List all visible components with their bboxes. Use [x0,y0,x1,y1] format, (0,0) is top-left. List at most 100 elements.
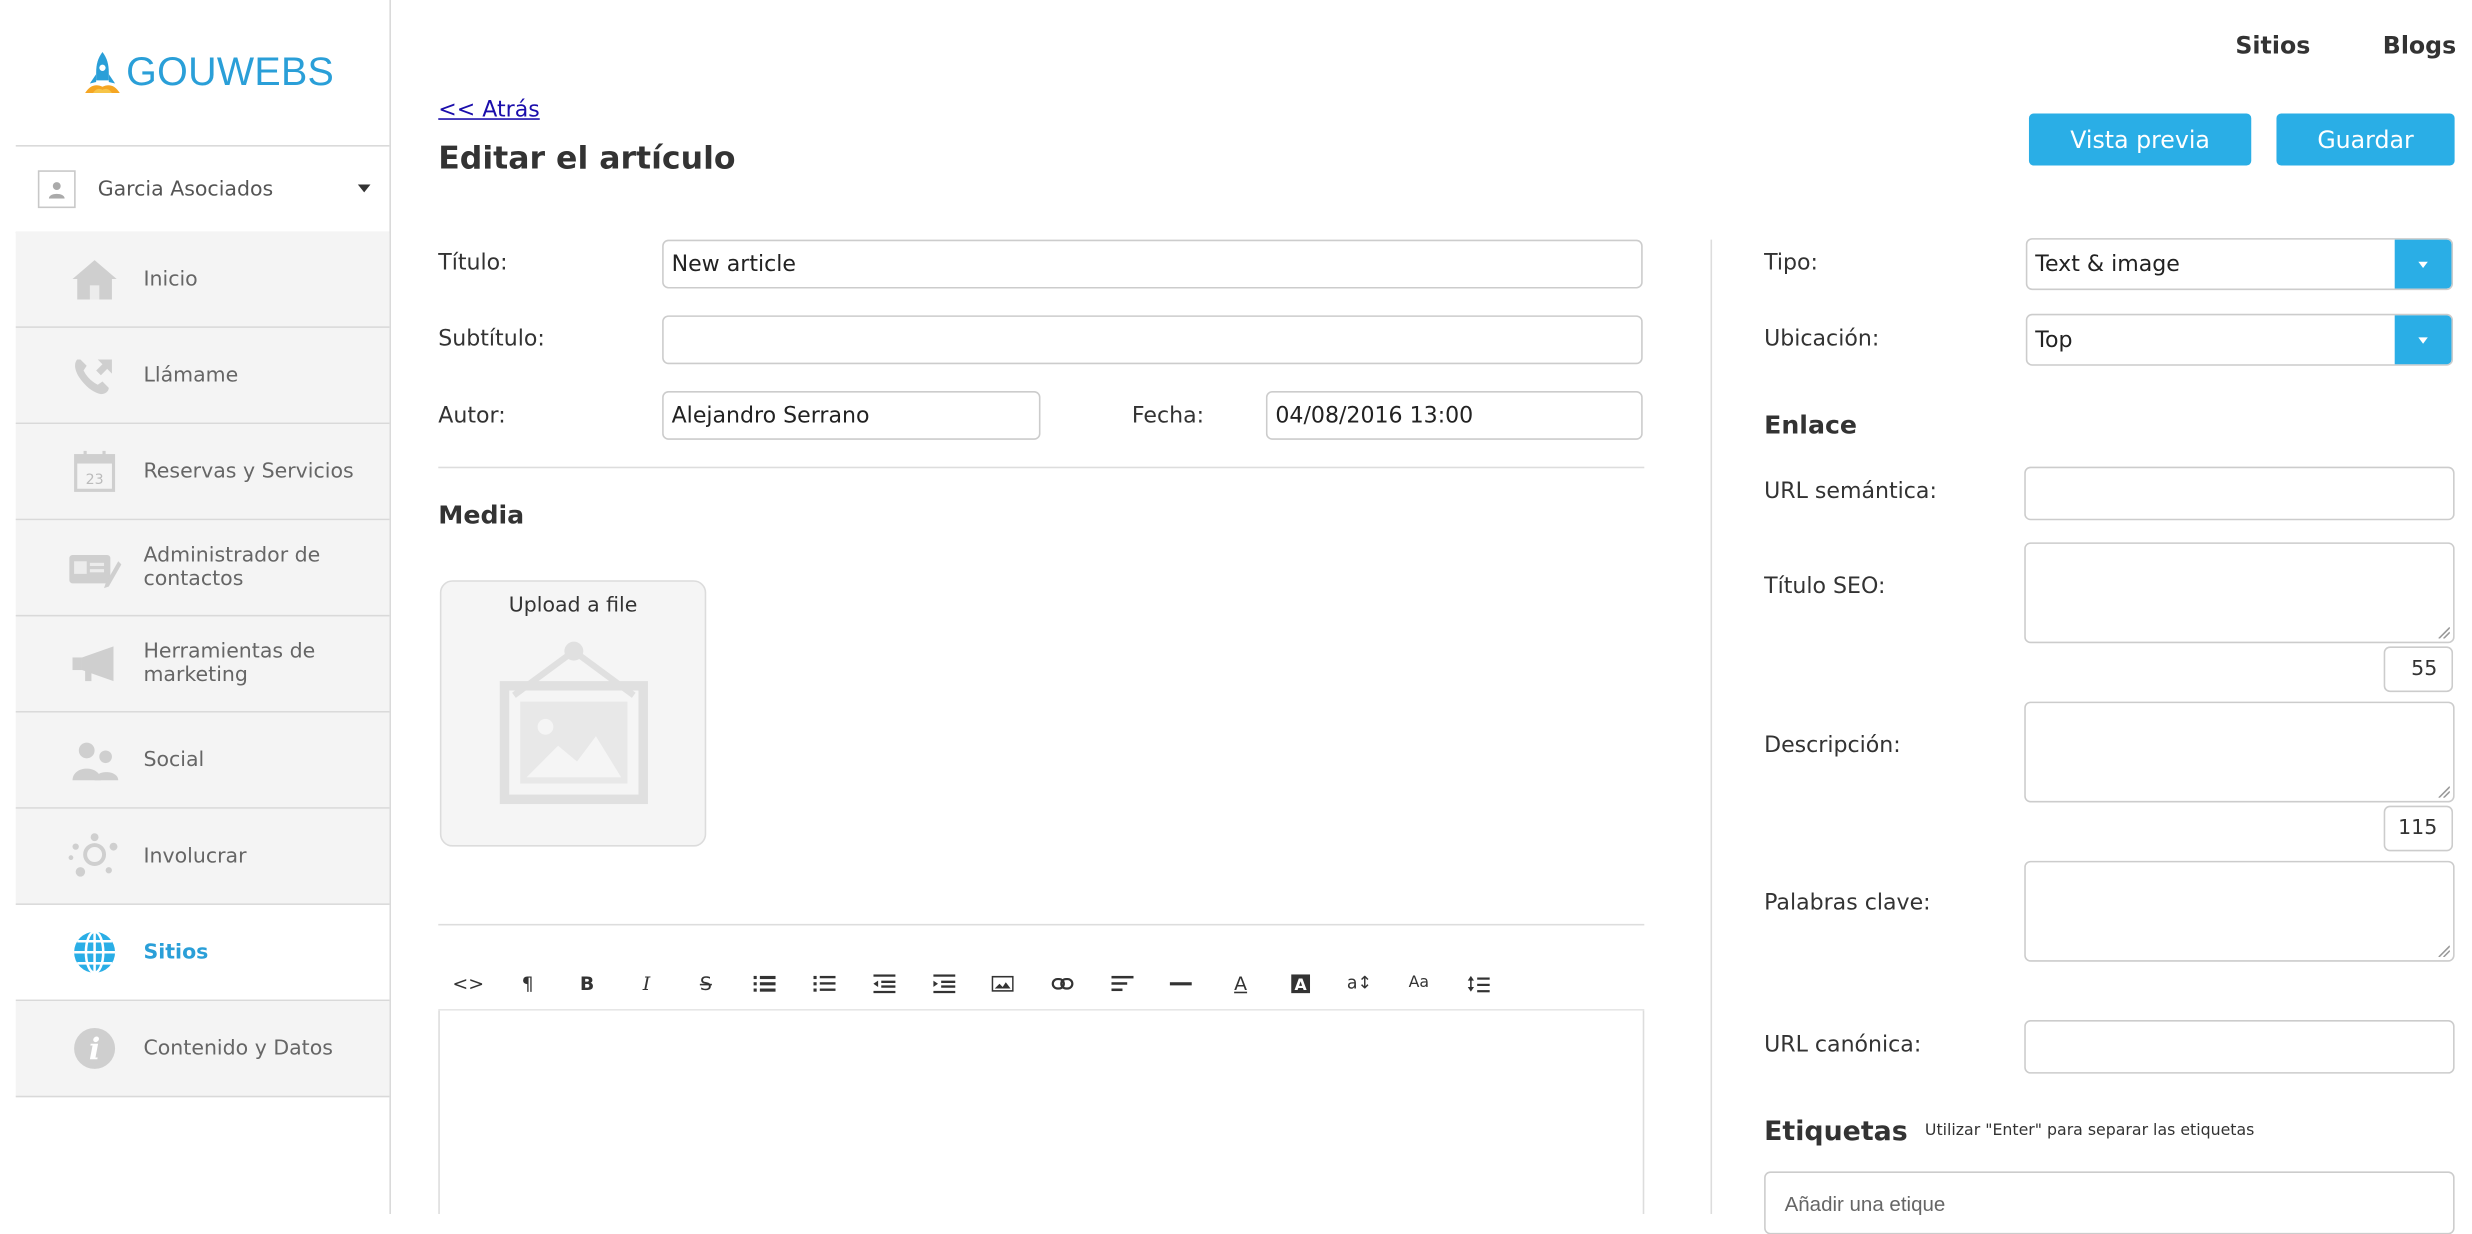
description-textarea[interactable] [2024,701,2455,803]
user-avatar-icon [37,170,76,209]
date-input[interactable]: 04/08/2016 13:00 [1265,390,1643,440]
keywords-textarea[interactable] [2024,860,2455,962]
bold-icon[interactable]: B [570,966,605,1001]
type-select[interactable]: Text & image [2025,238,2454,291]
sidebar-item-marketing[interactable]: Herramientas de marketing [15,616,390,713]
date-label: Fecha: [1131,403,1205,429]
image-placeholder-icon [499,641,648,805]
indent-icon[interactable] [926,966,961,1001]
semantic-url-label: URL semántica: [1764,479,1937,505]
seo-title-label: Título SEO: [1764,573,1886,600]
tags-hint: Utilizar "Enter" para separar las etique… [1924,1122,2255,1140]
tags-section-title: Etiquetas [1764,1116,1908,1148]
preview-button[interactable]: Vista previa [2028,113,2252,166]
sidebar-item-label: Herramientas de marketing [143,640,316,688]
line-height-icon[interactable] [1461,966,1496,1001]
calendar-icon: 23 [66,443,123,500]
semantic-url-input[interactable] [2024,466,2455,521]
code-view-icon[interactable]: <> [451,966,486,1001]
resize-grip-icon[interactable] [2437,626,2450,639]
unordered-list-icon[interactable] [748,966,783,1001]
account-selector[interactable]: Garcia Asociados [15,145,390,234]
resize-grip-icon[interactable] [2437,785,2450,798]
italic-icon[interactable]: I [629,966,664,1001]
phone-icon [66,347,123,404]
megaphone-icon [66,635,123,692]
background-color-icon[interactable]: A [1283,966,1318,1001]
sidebar: GOUWEBS Garcia Asociados Inicio Llámame [0,0,391,1214]
font-family-icon[interactable]: Aa [1402,966,1437,1001]
home-icon [66,251,123,308]
image-icon[interactable] [986,966,1021,1001]
ordered-list-icon[interactable] [807,966,842,1001]
sidebar-item-label: Reservas y Servicios [143,459,354,484]
align-left-icon[interactable] [1104,966,1139,1001]
sidebar-item-llamame[interactable]: Llámame [15,327,390,425]
sidebar-item-label: Contenido y Datos [143,1036,333,1061]
caret-down-icon [357,184,371,193]
calendar-day-number: 23 [86,472,104,488]
strikethrough-icon[interactable]: S [689,966,724,1001]
sidebar-item-contactos[interactable]: Administrador de contactos [15,520,390,617]
keywords-label: Palabras clave: [1764,890,1931,917]
top-nav-blogs[interactable]: Blogs [2383,32,2456,60]
app-root: GOUWEBS Garcia Asociados Inicio Llámame [0,0,2472,1234]
horizontal-rule-icon[interactable] [1164,966,1199,1001]
network-icon [66,828,123,885]
type-select-value: Text & image [2035,252,2180,278]
link-section-title: Enlace [1764,409,1858,440]
subtitle-input[interactable] [662,315,1643,365]
brand-logo[interactable]: GOUWEBS [82,47,334,97]
svg-text:i: i [89,1032,100,1067]
info-icon: i [66,1020,123,1077]
form-divider [438,466,1645,469]
title-label: Título: [438,250,508,276]
text-color-icon[interactable]: A [1223,966,1258,1001]
back-link[interactable]: << Atrás [438,98,539,123]
sidebar-item-inicio[interactable]: Inicio [15,231,390,328]
editor-divider [438,923,1645,926]
location-label: Ubicación: [1764,326,1880,352]
canonical-url-label: URL canónica: [1764,1032,1922,1058]
title-input[interactable]: New article [662,239,1643,289]
paragraph-icon[interactable]: ¶ [510,966,545,1001]
author-label: Autor: [438,403,506,429]
description-label: Descripción: [1764,733,1901,759]
sidebar-item-contenido[interactable]: i Contenido y Datos [15,1001,390,1098]
seo-title-textarea[interactable] [2024,542,2455,644]
font-size-icon[interactable]: a↕ [1342,966,1377,1001]
save-button[interactable]: Guardar [2276,113,2455,166]
subtitle-label: Subtítulo: [438,326,545,352]
type-label: Tipo: [1764,250,1819,276]
dropdown-arrow-icon [2394,239,2452,289]
upload-label: Upload a file [508,594,638,619]
rich-text-editor[interactable] [438,1010,1645,1214]
rocket-logo-icon [85,52,120,94]
column-divider [1710,239,1713,1214]
canonical-url-input[interactable] [2024,1020,2455,1074]
contacts-card-icon [66,539,123,596]
people-icon [66,732,123,789]
author-input[interactable]: Alejandro Serrano [662,390,1041,440]
sidebar-item-reservas[interactable]: 23 Reservas y Servicios [15,424,390,521]
link-icon[interactable] [1045,966,1080,1001]
sidebar-item-label: Social [143,748,205,772]
page-title: Editar el artículo [438,138,736,177]
sidebar-item-label: Sitios [143,940,209,965]
location-select[interactable]: Top [2025,313,2454,366]
globe-icon [66,924,123,981]
media-section-title: Media [438,499,525,530]
sidebar-item-sitios[interactable]: Sitios [15,904,390,1002]
sidebar-item-involucrar[interactable]: Involucrar [15,808,390,905]
sidebar-item-label: Administrador de contactos [143,543,321,592]
sidebar-item-social[interactable]: Social [15,712,390,809]
outdent-icon[interactable] [867,966,902,1001]
top-nav-sitios[interactable]: Sitios [2235,32,2310,60]
tags-input[interactable]: Añadir una etique [1764,1171,2455,1234]
brand-name: GOUWEBS [126,49,335,94]
seo-title-counter: 55 [2383,646,2454,693]
svg-text:A: A [1294,974,1307,992]
resize-grip-icon[interactable] [2437,944,2450,957]
sidebar-item-label: Inicio [143,267,198,291]
upload-dropzone[interactable]: Upload a file [439,580,707,847]
